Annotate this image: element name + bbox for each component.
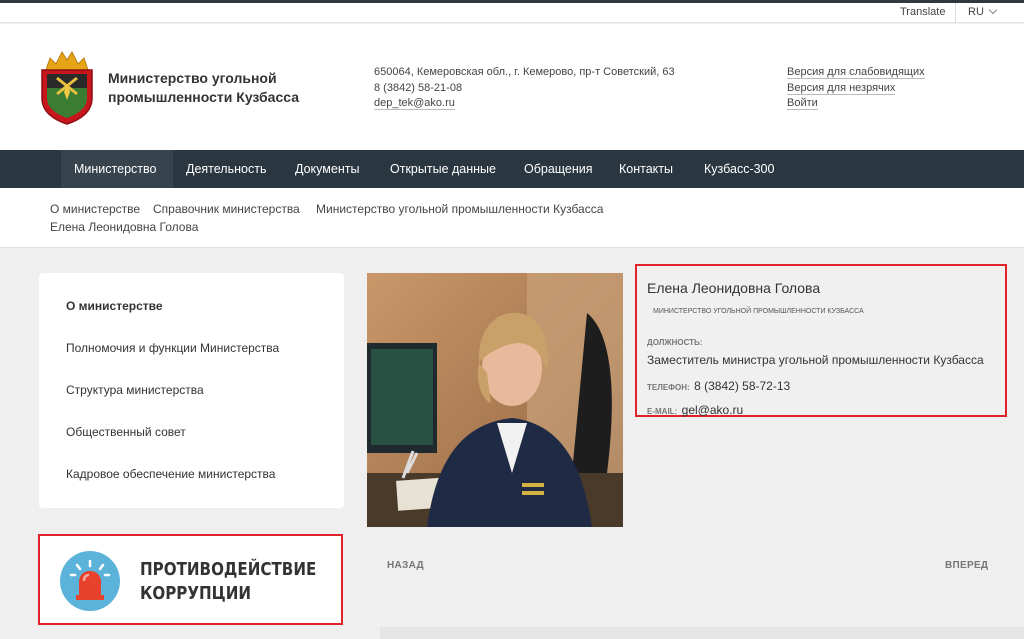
email-label: E-mail: (647, 407, 678, 416)
header-contacts: 650064, Кемеровская обл., г. Кемерово, п… (374, 65, 675, 112)
sidebar-item-structure[interactable]: Структура министерства (66, 383, 204, 397)
translate-link[interactable]: Translate (900, 6, 945, 18)
banner-line-2: КОРРУПЦИИ (140, 583, 252, 604)
nav-ministry[interactable]: Министерство (61, 150, 173, 188)
blind-version-link[interactable]: Версия для незрячих (787, 81, 896, 95)
sidebar-menu: О министерстве Полномочия и функции Мини… (39, 273, 344, 508)
nav-open-data[interactable]: Открытые данные (377, 150, 509, 188)
sidebar-item-about[interactable]: О министерстве (66, 299, 163, 313)
language-selector[interactable]: RU (968, 5, 998, 18)
phone: 8 (3842) 58-21-08 (374, 81, 463, 94)
breadcrumb-ministry[interactable]: Министерство угольной промышленности Куз… (316, 202, 603, 216)
content-footer-strip (380, 627, 1024, 639)
breadcrumb: О министерстве Справочник министерства М… (0, 188, 1024, 248)
main-nav: Министерство Деятельность Документы Откр… (0, 150, 1024, 188)
siren-icon (60, 551, 120, 611)
person-card: Елена Леонидовна Голова Министерство уго… (635, 264, 1007, 417)
phone-value: 8 (3842) 58-72-13 (694, 379, 791, 393)
language-label: RU (968, 6, 984, 18)
breadcrumb-about[interactable]: О министерстве (50, 202, 140, 216)
forward-link[interactable]: ВПЕРЕД (945, 560, 988, 571)
email-link[interactable]: dep_tek@ako.ru (374, 97, 455, 110)
sidebar-item-powers[interactable]: Полномочия и функции Министерства (66, 341, 279, 355)
banner-text: ПРОТИВОДЕЙСТВИЕ КОРРУПЦИИ (140, 558, 316, 606)
back-link[interactable]: НАЗАД (387, 560, 424, 571)
phone-row: Телефон: 8 (3842) 58-72-13 (647, 377, 790, 395)
email-row: E-mail: gel@ako.ru (647, 401, 743, 419)
position-label: Должность: (647, 338, 703, 347)
login-link[interactable]: Войти (787, 97, 818, 110)
nav-documents[interactable]: Документы (282, 150, 372, 188)
breadcrumb-current: Елена Леонидовна Голова (50, 220, 199, 234)
site-title[interactable]: Министерство угольной промышленности Куз… (108, 69, 348, 107)
breadcrumb-directory[interactable]: Справочник министерства (153, 202, 300, 216)
position-value: Заместитель министра угольной промышленн… (647, 353, 984, 367)
nav-appeals[interactable]: Обращения (511, 150, 606, 188)
chevron-down-icon (988, 5, 998, 15)
email-value[interactable]: gel@ako.ru (682, 403, 744, 417)
person-photo (367, 273, 623, 527)
sidebar-item-staffing[interactable]: Кадровое обеспечение министерства (66, 467, 275, 481)
person-organization: Министерство угольной промышленности Куз… (653, 308, 864, 315)
nav-activity[interactable]: Деятельность (173, 150, 279, 188)
site-header: Министерство угольной промышленности Куз… (0, 24, 1024, 150)
banner-line-1: ПРОТИВОДЕЙСТВИЕ (140, 559, 317, 580)
coat-of-arms-icon[interactable] (38, 48, 96, 126)
low-vision-version-link[interactable]: Версия для слабовидящих (787, 66, 925, 79)
sidebar-item-public-council[interactable]: Общественный совет (66, 425, 186, 439)
address: 650064, Кемеровская обл., г. Кемерово, п… (374, 66, 675, 78)
phone-label: Телефон: (647, 383, 690, 392)
nav-contacts[interactable]: Контакты (606, 150, 686, 188)
anti-corruption-banner[interactable]: ПРОТИВОДЕЙСТВИЕ КОРРУПЦИИ (38, 534, 343, 625)
divider (955, 3, 956, 23)
accessibility-links: Версия для слабовидящих Версия для незря… (787, 65, 925, 112)
top-bar: Translate RU (0, 3, 1024, 23)
person-name: Елена Леонидовна Голова (647, 280, 821, 296)
nav-kuzbass-300[interactable]: Кузбасс-300 (691, 150, 787, 188)
